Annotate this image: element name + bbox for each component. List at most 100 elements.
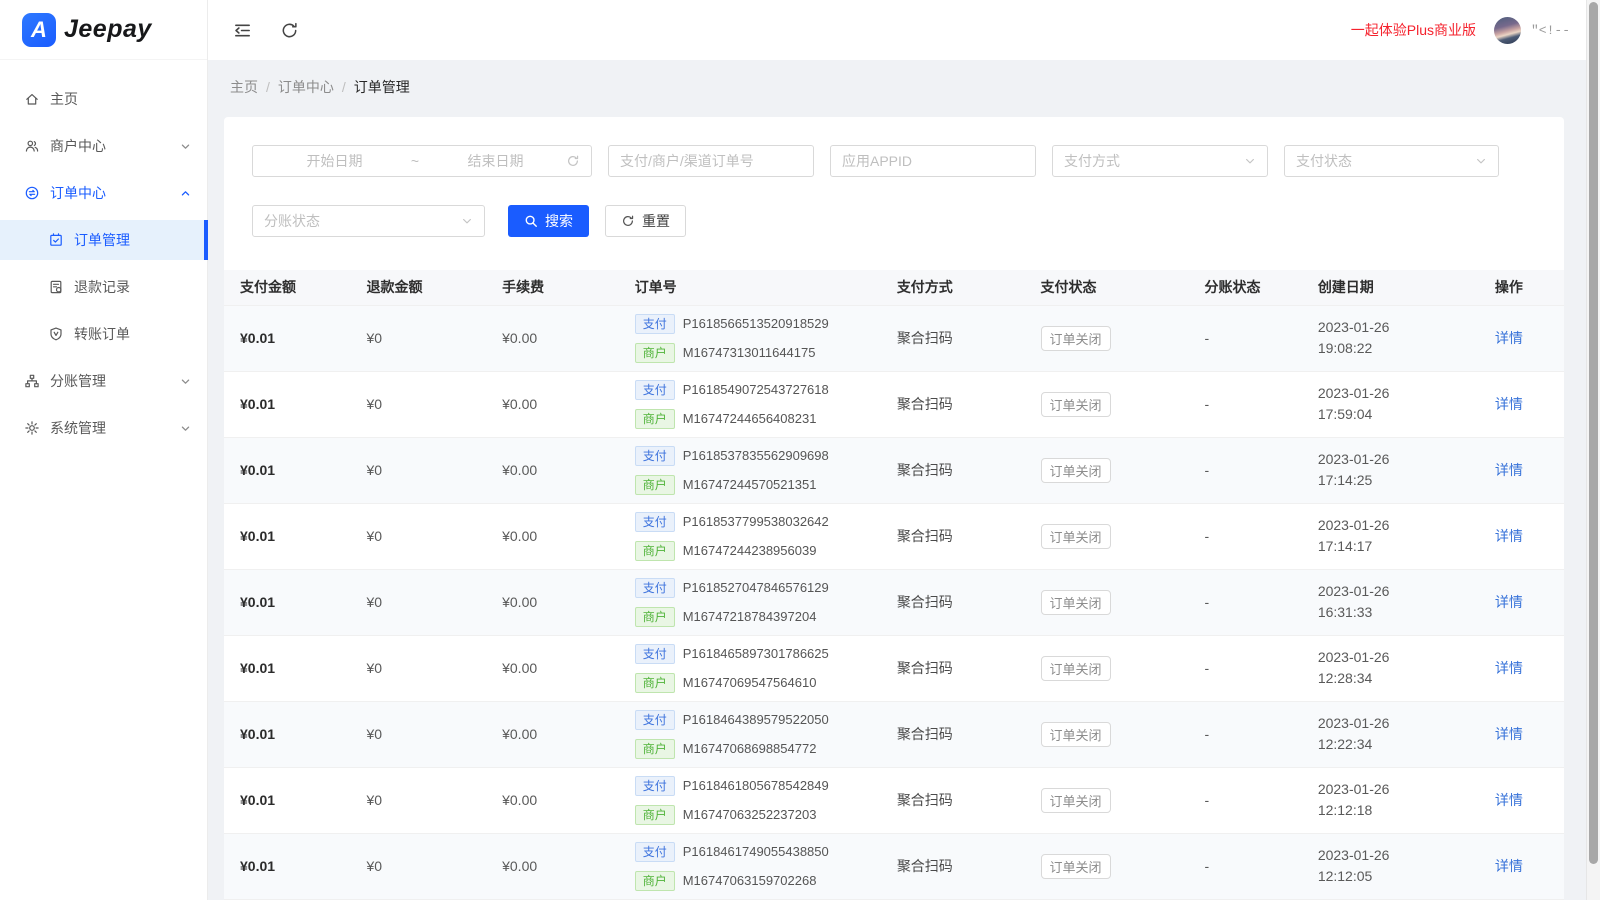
amount-cell: ¥0.01 [224,833,351,899]
pay-order-no: P1618465897301786625 [683,646,829,661]
pay-order-tag: 支付 [635,380,675,400]
order-no-cell: 支付P1618465897301786625商户M167470695475646… [619,635,881,701]
pay-way-cell: 聚合扫码 [881,701,1025,767]
reload-icon[interactable] [280,21,299,40]
order-no-input-wrap [608,145,814,177]
refund-cell: ¥0 [351,701,487,767]
detail-link[interactable]: 详情 [1495,528,1523,544]
mch-order-tag: 商户 [635,871,675,891]
breadcrumb-item[interactable]: 订单中心 [278,79,334,95]
sidebar-item-order-manage[interactable]: 订单管理 [0,220,207,260]
order-no-cell: 支付P1618464389579522050商户M167470686988547… [619,701,881,767]
pay-way-cell: 聚合扫码 [881,635,1025,701]
chevron-down-icon [1244,155,1256,167]
sidebar-item-merchant[interactable]: 商户中心 [0,126,207,166]
mch-order-no: M16747244656408231 [683,411,817,426]
pay-state-cell: 订单关闭 [1025,371,1189,437]
refund-icon [48,279,64,295]
reset-button[interactable]: 重置 [605,205,686,237]
amount-cell: ¥0.01 [224,569,351,635]
create-date-cell: 2023-01-2612:12:18 [1302,767,1479,833]
search-button[interactable]: 搜索 [508,205,589,237]
menu-fold-icon[interactable] [233,21,252,40]
table-row: ¥0.01¥0¥0.00支付P1618461805678542849商户M167… [224,767,1564,833]
order-no-cell: 支付P1618461805678542849商户M167470632522372… [619,767,881,833]
detail-link[interactable]: 详情 [1495,792,1523,808]
amount-cell: ¥0.01 [224,371,351,437]
sidebar-item-refund[interactable]: 退款记录 [0,267,207,307]
division-state-cell: - [1188,767,1301,833]
column-header: 支付方式 [881,270,1025,305]
pay-order-tag: 支付 [635,710,675,730]
sidebar-item-order-center[interactable]: 订单中心 [0,173,207,213]
detail-link[interactable]: 详情 [1495,726,1523,742]
pay-state-cell: 订单关闭 [1025,569,1189,635]
detail-link[interactable]: 详情 [1495,330,1523,346]
column-header: 操作 [1479,270,1564,305]
refund-cell: ¥0 [351,437,487,503]
detail-link[interactable]: 详情 [1495,594,1523,610]
user-avatar[interactable] [1494,17,1521,44]
detail-link[interactable]: 详情 [1495,858,1523,874]
content-card: 开始日期 ~ 结束日期 [224,117,1564,900]
system-icon [24,420,40,436]
column-header: 支付金额 [224,270,351,305]
chevron-up-icon [180,188,191,199]
create-date-cell: 2023-01-2617:14:25 [1302,437,1479,503]
detail-link[interactable]: 详情 [1495,396,1523,412]
logo[interactable]: A Jeepay [0,0,207,60]
mch-order-no: M16747218784397204 [683,609,817,624]
mch-order-tag: 商户 [635,739,675,759]
division-icon [24,373,40,389]
detail-link[interactable]: 详情 [1495,462,1523,478]
division-state-select[interactable]: 分账状态 [252,205,485,237]
pay-state-select[interactable]: 支付状态 [1284,145,1499,177]
pay-way-cell: 聚合扫码 [881,569,1025,635]
chevron-down-icon [180,423,191,434]
date-range-picker[interactable]: 开始日期 ~ 结束日期 [252,145,592,177]
pay-state-cell: 订单关闭 [1025,635,1189,701]
sidebar-item-home[interactable]: 主页 [0,79,207,119]
mch-order-tag: 商户 [635,805,675,825]
sidebar-item-transfer[interactable]: 转账订单 [0,314,207,354]
mch-order-tag: 商户 [635,607,675,627]
breadcrumb-item[interactable]: 主页 [230,79,258,95]
sidebar-item-system[interactable]: 系统管理 [0,408,207,448]
order-closed-badge: 订单关闭 [1041,524,1111,549]
pay-order-no: P1618566513520918529 [683,316,829,331]
sidebar-item-label: 分账管理 [50,371,180,391]
sidebar-item-division[interactable]: 分账管理 [0,361,207,401]
create-date-cell: 2023-01-2612:22:34 [1302,701,1479,767]
appid-input-wrap [830,145,1036,177]
sidebar-item-label: 商户中心 [50,136,180,156]
date-separator: ~ [405,153,425,169]
division-state-cell: - [1188,701,1301,767]
refund-cell: ¥0 [351,635,487,701]
appid-input[interactable] [831,146,1035,176]
order-no-input[interactable] [609,146,813,176]
mch-order-no: M16747063159702268 [683,873,817,888]
pay-order-no: P1618537799538032642 [683,514,829,529]
order-no-cell: 支付P1618461749055438850商户M167470631597022… [619,833,881,899]
amount-cell: ¥0.01 [224,767,351,833]
division-state-cell: - [1188,833,1301,899]
table-row: ¥0.01¥0¥0.00支付P1618464389579522050商户M167… [224,701,1564,767]
pay-state-cell: 订单关闭 [1025,305,1189,371]
table-header: 支付金额退款金额手续费订单号支付方式支付状态分账状态创建日期操作 [224,270,1564,305]
pay-order-tag: 支付 [635,776,675,796]
scrollbar-thumb[interactable] [1589,2,1598,864]
breadcrumb-separator: / [342,79,346,95]
mch-order-no: M16747244238956039 [683,543,817,558]
fee-cell: ¥0.00 [486,635,619,701]
mch-order-no: M16747313011644175 [683,345,816,360]
plus-promo-link[interactable]: 一起体验Plus商业版 [1351,20,1476,40]
pay-order-tag: 支付 [635,644,675,664]
chevron-down-icon [1475,155,1487,167]
page-scrollbar[interactable] [1586,0,1600,900]
pay-state-cell: 订单关闭 [1025,503,1189,569]
detail-link[interactable]: 详情 [1495,660,1523,676]
amount-cell: ¥0.01 [224,503,351,569]
sidebar-item-label: 系统管理 [50,418,180,438]
breadcrumb-separator: / [266,79,270,95]
pay-way-select[interactable]: 支付方式 [1052,145,1268,177]
